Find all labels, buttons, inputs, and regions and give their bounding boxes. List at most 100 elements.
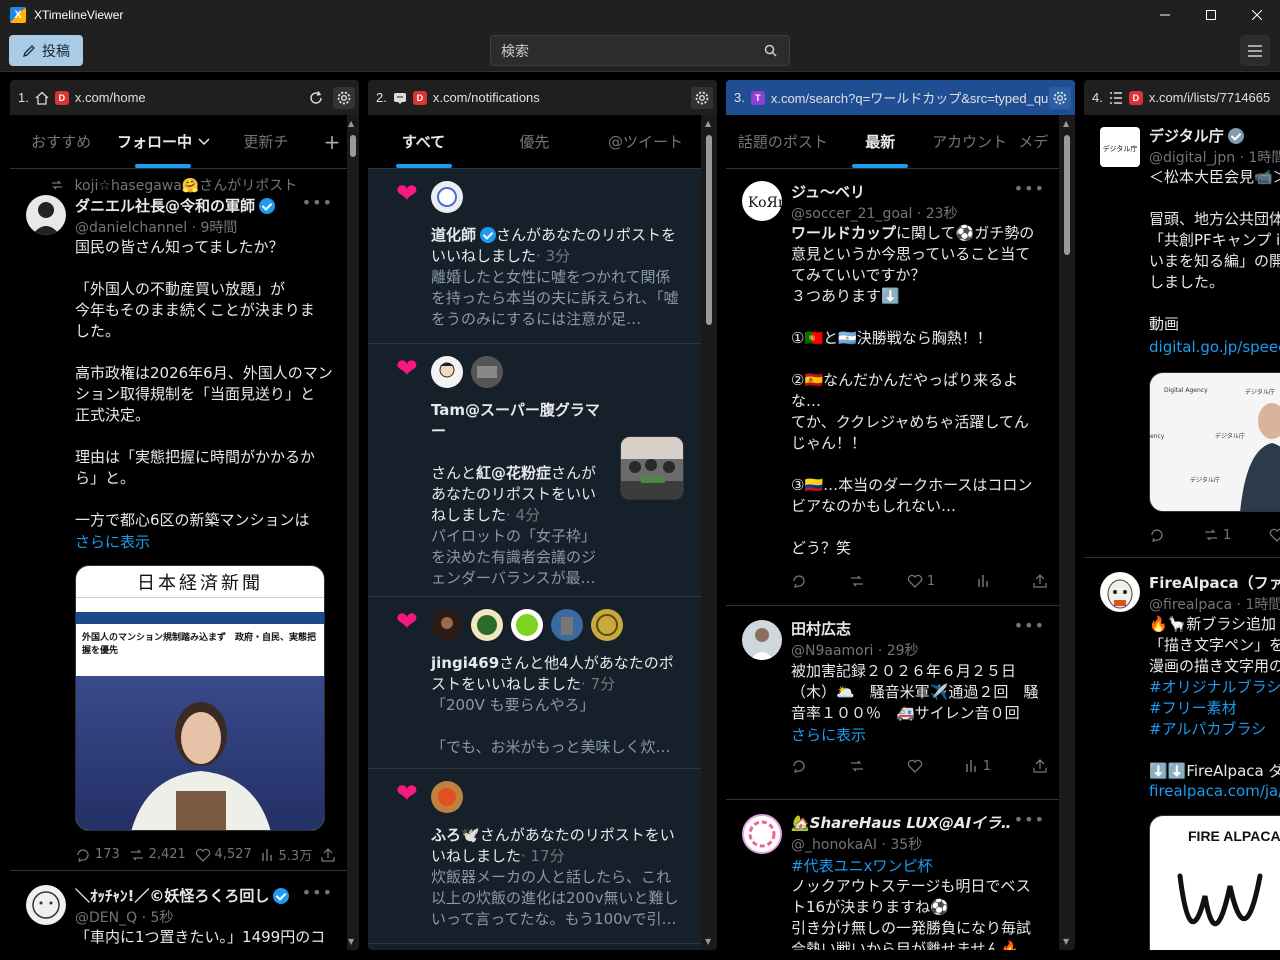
avatar[interactable]	[431, 356, 463, 388]
avatar[interactable]: KoЯn	[742, 181, 782, 221]
scroll-thumb[interactable]	[706, 135, 712, 325]
tab-media[interactable]: メデ	[1018, 115, 1059, 168]
like-button[interactable]: 4,527	[195, 847, 252, 863]
author-name[interactable]: ジュ〜ベリ	[791, 181, 865, 202]
refresh-button[interactable]	[305, 87, 327, 109]
views-button[interactable]	[977, 574, 991, 588]
tweet-media[interactable]: FIRE ALPACA	[1149, 815, 1280, 950]
repost-button[interactable]: 1	[1203, 527, 1231, 543]
avatar[interactable]	[1100, 572, 1140, 612]
tab-updates[interactable]: 更新チ	[215, 115, 317, 168]
show-more-link[interactable]: さらに表示	[791, 724, 866, 745]
author-handle[interactable]: @firealpaca · 1時間	[1149, 594, 1280, 614]
tab-latest[interactable]: 最新	[840, 115, 921, 168]
author-handle[interactable]: @N9aamori · 29秒	[791, 640, 919, 660]
avatar[interactable]	[26, 885, 66, 925]
author-name[interactable]: FireAlpaca（ファイ	[1149, 572, 1280, 593]
repost-button[interactable]	[849, 573, 865, 589]
repost-button[interactable]	[849, 758, 865, 774]
scrollbar[interactable]: ▲ ▼	[701, 115, 717, 950]
author-name[interactable]: 🏡ShareHaus LUX@AIイラ…	[791, 812, 1011, 833]
like-button[interactable]	[907, 758, 923, 774]
scroll-down-icon[interactable]: ▼	[1063, 937, 1069, 946]
avatar[interactable]	[26, 195, 66, 235]
hashtag-link[interactable]: #代表ユニxワンピ杯	[791, 855, 932, 876]
scroll-up-icon[interactable]: ▲	[1063, 119, 1069, 128]
avatar[interactable]	[431, 181, 463, 213]
column-settings-button[interactable]	[1049, 86, 1071, 109]
notification-item[interactable]: ❤ Tam@スーパー腹グラマー さんと紅@花粉症さんがあなたのリポストをいいねし…	[368, 344, 701, 597]
notification-item[interactable]: ❤ 道化師 さんがあなたのリポストをいいねしました· 3分 離婚したと女性に嘘をつ…	[368, 169, 701, 344]
hashtag-link[interactable]: #オリジナルブラシ	[1149, 677, 1280, 698]
scrollbar[interactable]: ▲ ▼	[347, 115, 359, 950]
avatar[interactable]	[551, 609, 583, 641]
author-handle[interactable]: @soccer_21_goal · 23秒	[791, 203, 958, 223]
tweet[interactable]: デジタル庁 デジタル庁 @digital_jpn · 1時間 ＜松本大臣会見📹＞…	[1084, 115, 1280, 558]
scroll-up-icon[interactable]: ▲	[705, 119, 711, 128]
more-options-button[interactable]: •••	[1014, 616, 1045, 635]
hashtag-link[interactable]: #アルパカブラシ	[1149, 719, 1280, 740]
reply-button[interactable]	[1149, 527, 1165, 543]
hashtag-link[interactable]: #フリー素材	[1149, 698, 1280, 719]
views-button[interactable]: 1	[965, 759, 991, 774]
more-options-button[interactable]: •••	[302, 193, 333, 212]
avatar[interactable]	[742, 814, 782, 854]
repost-button[interactable]: 2,421	[129, 847, 186, 863]
add-tab-button[interactable]: +	[317, 115, 347, 168]
tweet[interactable]: koji☆hasegawa🤗さんがリポスト ダニエル社長@令和の軍師 @dani…	[10, 169, 347, 871]
tweet[interactable]: 田村広志 @N9aamori · 29秒 ••• 被加害記録２０２６年６月２５日…	[726, 606, 1059, 800]
search-input[interactable]: 検索	[490, 35, 790, 66]
tab-priority[interactable]: 優先	[479, 115, 590, 168]
avatar[interactable]	[742, 620, 782, 660]
scroll-thumb[interactable]	[350, 135, 356, 157]
author-handle[interactable]: @DEN_Q · 5秒	[75, 907, 173, 927]
tweet[interactable]: KoЯn ジュ〜ベリ @soccer_21_goal · 23秒 ••• ワール…	[726, 169, 1059, 606]
avatar[interactable]: デジタル庁	[1100, 127, 1140, 167]
avatar[interactable]	[471, 356, 503, 388]
tweet-link[interactable]: digital.go.jp/speech	[1149, 338, 1280, 356]
more-options-button[interactable]: •••	[1014, 810, 1045, 829]
actor2-name[interactable]: 紅@花粉症	[476, 464, 551, 482]
post-thumbnail[interactable]	[620, 436, 684, 500]
scroll-down-icon[interactable]: ▼	[705, 937, 711, 946]
avatar[interactable]	[511, 609, 543, 641]
show-more-link[interactable]: さらに表示	[75, 531, 150, 552]
author-handle[interactable]: @danielchannel · 9時間	[75, 217, 237, 237]
tab-mentions[interactable]: @ツイート	[590, 115, 701, 168]
more-options-button[interactable]: •••	[302, 883, 333, 902]
reply-button[interactable]	[791, 573, 807, 589]
avatar[interactable]	[431, 609, 463, 641]
like-button[interactable]	[1269, 527, 1280, 543]
tweet-media[interactable]: 日本経済新聞 外国人のマンション規制踏み込まず 政府・自民、実態把握を優先	[75, 565, 325, 831]
share-button[interactable]	[1033, 759, 1047, 773]
author-handle[interactable]: @digital_jpn · 1時間	[1149, 147, 1280, 167]
actor-name[interactable]: Tam@スーパー腹グラマー	[431, 400, 601, 442]
tweet-link[interactable]: firealpaca.com/ja/	[1149, 782, 1280, 800]
avatar[interactable]	[431, 781, 463, 813]
tab-accounts[interactable]: アカウント	[921, 115, 1018, 168]
tweet[interactable]: 🏡ShareHaus LUX@AIイラ… @_honokaAI · 35秒 ••…	[726, 800, 1059, 950]
reply-button[interactable]: 173	[75, 847, 120, 863]
notification-item[interactable]: ❤ ふろ🕊️さんがあなたのリポストをいいねしました· 17分 炊飯器メーカの人と…	[368, 769, 701, 944]
scrollbar[interactable]: ▲ ▼	[1059, 115, 1075, 950]
avatar[interactable]	[471, 609, 503, 641]
tab-top[interactable]: 話題のポスト	[726, 115, 840, 168]
like-button[interactable]: 1	[907, 573, 935, 589]
tab-all[interactable]: すべて	[368, 115, 479, 168]
share-button[interactable]	[1033, 574, 1047, 588]
author-handle[interactable]: @_honokaAI · 35秒	[791, 834, 922, 854]
reply-button[interactable]	[791, 758, 807, 774]
avatar[interactable]	[591, 609, 623, 641]
scroll-down-icon[interactable]: ▼	[348, 937, 354, 946]
tweet-media[interactable]: Digital Agency デジタル庁 デジタル庁 デジタル庁 ency	[1149, 372, 1280, 512]
post-button[interactable]: 投稿	[9, 35, 83, 66]
actor-name[interactable]: ふろ🕊️	[431, 826, 480, 844]
more-options-button[interactable]: •••	[1014, 179, 1045, 198]
close-button[interactable]	[1234, 0, 1280, 30]
tab-recommended[interactable]: おすすめ	[10, 115, 112, 168]
tweet[interactable]: ＼ｵｯﾁｬﾝ!／©妖怪ろくろ回し @DEN_Q · 5秒 ••• 「車内に1つ置…	[10, 871, 347, 950]
author-name[interactable]: 田村広志	[791, 618, 851, 639]
author-name[interactable]: デジタル庁	[1149, 125, 1244, 146]
maximize-button[interactable]	[1188, 0, 1234, 30]
minimize-button[interactable]	[1142, 0, 1188, 30]
